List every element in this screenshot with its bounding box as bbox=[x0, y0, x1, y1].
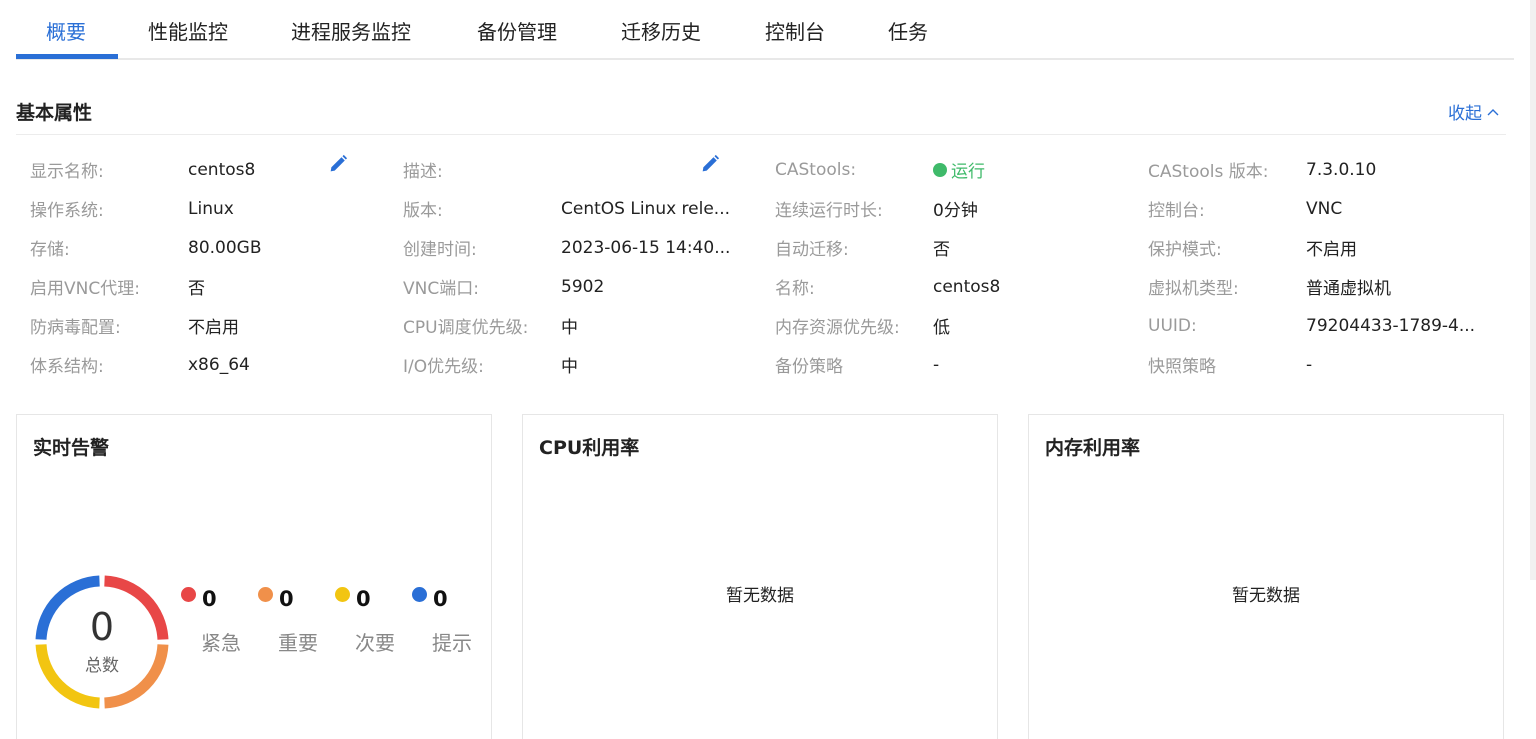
property-row: 防病毒配置: 不启用 CPU调度优先级: 中 内存资源优先级: 低 UUID: … bbox=[30, 306, 1510, 345]
label-castools: CAStools: bbox=[775, 159, 857, 180]
value-castools: 运行 bbox=[951, 162, 985, 182]
label-cpu-priority: CPU调度优先级: bbox=[403, 318, 529, 338]
label-uuid: UUID: bbox=[1148, 315, 1197, 336]
section-title-basic: 基本属性 bbox=[16, 102, 93, 124]
urgent-dot-icon bbox=[181, 587, 196, 602]
major-dot-icon bbox=[258, 587, 273, 602]
label-snapshot-policy: 快照策略 bbox=[1148, 357, 1216, 377]
tab-bar: 概要 性能监控 进程服务监控 备份管理 迁移历史 控制台 任务 bbox=[16, 0, 1514, 60]
tab-backup[interactable]: 备份管理 bbox=[477, 16, 557, 46]
label-backup-policy: 备份策略 bbox=[775, 357, 843, 377]
minor-count: 0 bbox=[356, 587, 371, 611]
minor-dot-icon bbox=[335, 587, 350, 602]
value-protect-mode: 不启用 bbox=[1306, 240, 1357, 260]
hint-dot-icon bbox=[412, 587, 427, 602]
urgent-label: 紧急 bbox=[201, 631, 241, 655]
hint-count: 0 bbox=[433, 587, 448, 611]
property-row: 操作系统: Linux 版本: CentOS Linux rele... 连续运… bbox=[30, 189, 1510, 228]
card-memory-usage: 内存利用率 暂无数据 bbox=[1028, 414, 1504, 739]
label-protect-mode: 保护模式: bbox=[1148, 240, 1222, 260]
tab-process-monitor[interactable]: 进程服务监控 bbox=[291, 16, 411, 46]
value-vnc-port: 5902 bbox=[561, 276, 605, 297]
active-tab-indicator bbox=[16, 54, 118, 59]
label-memory-priority: 内存资源优先级: bbox=[775, 318, 900, 338]
value-backup-policy: - bbox=[933, 354, 940, 375]
value-castools-version: 7.3.0.10 bbox=[1306, 159, 1377, 180]
edit-description-icon[interactable] bbox=[699, 153, 721, 175]
major-label: 重要 bbox=[278, 631, 318, 655]
property-row: 体系结构: x86_64 I/O优先级: 中 备份策略 - 快照策略 - bbox=[30, 345, 1510, 384]
value-os: Linux bbox=[188, 198, 234, 219]
value-description bbox=[561, 150, 691, 189]
property-row: 启用VNC代理: 否 VNC端口: 5902 名称: centos8 虚拟机类型… bbox=[30, 267, 1510, 306]
tab-tasks[interactable]: 任务 bbox=[888, 16, 928, 46]
divider bbox=[16, 134, 1506, 135]
hint-label: 提示 bbox=[432, 631, 472, 655]
value-antivirus: 不启用 bbox=[188, 318, 239, 338]
alert-total-count: 0 bbox=[89, 605, 115, 649]
label-architecture: 体系结构: bbox=[30, 357, 104, 377]
urgent-count: 0 bbox=[202, 587, 217, 611]
label-vm-type: 虚拟机类型: bbox=[1148, 279, 1239, 299]
tab-performance[interactable]: 性能监控 bbox=[148, 16, 228, 46]
property-row: 存储: 80.00GB 创建时间: 2023-06-15 14:40... 自动… bbox=[30, 228, 1510, 267]
label-description: 描述: bbox=[403, 162, 443, 182]
value-uptime: 0分钟 bbox=[933, 201, 978, 221]
label-created-time: 创建时间: bbox=[403, 240, 477, 260]
label-display-name: 显示名称: bbox=[30, 162, 104, 182]
card-title-cpu: CPU利用率 bbox=[539, 437, 640, 459]
tab-migration-history[interactable]: 迁移历史 bbox=[621, 16, 701, 46]
page-scrollbar[interactable] bbox=[1530, 0, 1536, 580]
value-vnc-proxy: 否 bbox=[188, 279, 205, 299]
label-os: 操作系统: bbox=[30, 201, 104, 221]
value-created-time: 2023-06-15 14:40... bbox=[561, 237, 731, 258]
cpu-no-data: 暂无数据 bbox=[726, 586, 794, 606]
label-name: 名称: bbox=[775, 279, 815, 299]
card-title-memory: 内存利用率 bbox=[1045, 437, 1141, 459]
value-console: VNC bbox=[1306, 198, 1343, 219]
alert-total-label: 总数 bbox=[85, 656, 119, 676]
value-architecture: x86_64 bbox=[188, 354, 250, 375]
card-realtime-alerts: 实时告警 0 总数 0 紧急 0 重要 0 次要 0 提示 bbox=[16, 414, 492, 739]
collapse-label: 收起 bbox=[1448, 104, 1482, 124]
label-castools-version: CAStools 版本: bbox=[1148, 162, 1269, 182]
minor-label: 次要 bbox=[355, 631, 395, 655]
value-display-name: centos8 bbox=[188, 159, 256, 180]
value-storage: 80.00GB bbox=[188, 237, 262, 258]
label-version: 版本: bbox=[403, 201, 443, 221]
card-title-alerts: 实时告警 bbox=[33, 437, 110, 459]
value-auto-migrate: 否 bbox=[933, 240, 950, 260]
edit-display-name-icon[interactable] bbox=[327, 153, 349, 175]
property-row: 显示名称: centos8 描述: CAStools: 运行 CAStools … bbox=[30, 150, 1510, 189]
value-name: centos8 bbox=[933, 276, 1001, 297]
tab-overview[interactable]: 概要 bbox=[46, 16, 86, 46]
label-io-priority: I/O优先级: bbox=[403, 357, 484, 377]
castools-status: 运行 bbox=[933, 150, 985, 189]
chevron-up-icon bbox=[1487, 108, 1499, 115]
card-cpu-usage: CPU利用率 暂无数据 bbox=[522, 414, 998, 739]
value-memory-priority: 低 bbox=[933, 318, 950, 338]
major-count: 0 bbox=[279, 587, 294, 611]
value-vm-type: 普通虚拟机 bbox=[1306, 279, 1391, 299]
label-auto-migrate: 自动迁移: bbox=[775, 240, 849, 260]
value-snapshot-policy: - bbox=[1306, 354, 1313, 375]
value-uuid: 79204433-1789-4... bbox=[1306, 315, 1476, 336]
label-vnc-proxy: 启用VNC代理: bbox=[30, 279, 140, 299]
tab-console[interactable]: 控制台 bbox=[765, 16, 825, 46]
label-storage: 存储: bbox=[30, 240, 70, 260]
collapse-button[interactable]: 收起 bbox=[1448, 99, 1500, 124]
label-vnc-port: VNC端口: bbox=[403, 279, 479, 299]
value-io-priority: 中 bbox=[561, 357, 578, 377]
value-cpu-priority: 中 bbox=[561, 318, 578, 338]
label-uptime: 连续运行时长: bbox=[775, 201, 883, 221]
label-console: 控制台: bbox=[1148, 201, 1205, 221]
memory-no-data: 暂无数据 bbox=[1232, 586, 1300, 606]
label-antivirus: 防病毒配置: bbox=[30, 318, 121, 338]
value-version: CentOS Linux rele... bbox=[561, 198, 731, 219]
running-status-dot-icon bbox=[933, 162, 947, 177]
